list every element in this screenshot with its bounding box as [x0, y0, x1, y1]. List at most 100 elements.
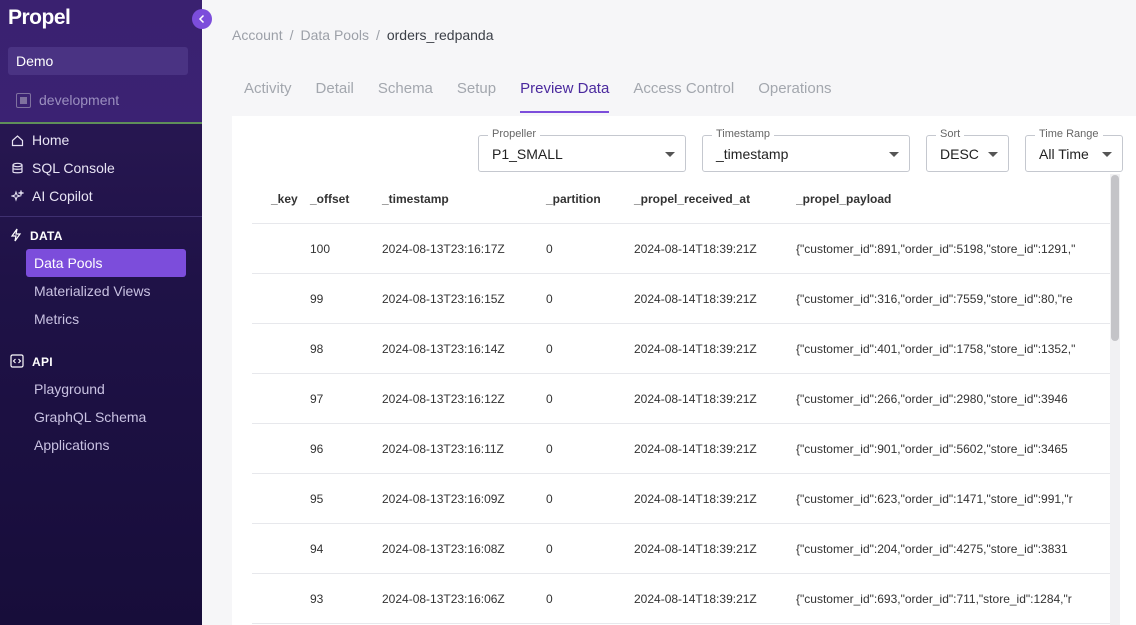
breadcrumb-data-pools[interactable]: Data Pools — [300, 27, 368, 43]
breadcrumb-current: orders_redpanda — [386, 27, 494, 43]
tab-operations[interactable]: Operations — [758, 80, 831, 113]
propeller-select[interactable]: Propeller P1_SMALL — [478, 128, 686, 172]
table-cell: 2024-08-13T23:16:15Z — [382, 291, 505, 306]
table-cell: 98 — [310, 341, 324, 356]
column-header: _propel_payload — [796, 191, 892, 206]
sidebar-item-graphql-schema[interactable]: GraphQL Schema — [26, 403, 186, 431]
table-row[interactable]: 94 2024-08-13T23:16:08Z 0 2024-08-14T18:39:… — [252, 524, 1112, 574]
tab-preview-data[interactable]: Preview Data — [520, 80, 610, 113]
table-cell: 2024-08-14T18:39:21Z — [634, 291, 757, 306]
collapse-sidebar-button[interactable] — [192, 9, 212, 29]
sidebar-item-applications[interactable]: Applications — [26, 431, 186, 459]
table-cell: {"customer_id":901,"order_id":5602,"stor… — [796, 441, 1068, 456]
table-row[interactable]: 97 2024-08-13T23:16:12Z 0 2024-08-14T18:39:… — [252, 374, 1112, 424]
time-range-value: All Time — [1039, 146, 1089, 162]
breadcrumb-separator: / — [375, 27, 380, 43]
tab-activity[interactable]: Activity — [244, 80, 292, 113]
lightning-icon — [10, 228, 22, 245]
table-cell: 0 — [546, 341, 553, 356]
sidebar-item-label: SQL Console — [32, 160, 115, 176]
breadcrumb-separator: / — [289, 27, 294, 43]
tab-access-control[interactable]: Access Control — [633, 80, 734, 113]
caret-down-icon — [988, 152, 998, 157]
table-body: 100 2024-08-13T23:16:17Z 0 2024-08-14T18:39… — [252, 224, 1112, 624]
time-range-label: Time Range — [1035, 128, 1103, 140]
sidebar-item-home[interactable]: Home — [0, 126, 202, 154]
table-cell: 0 — [546, 441, 553, 456]
table-header: _key _offset _timestamp _partition _prop… — [252, 174, 1112, 224]
sidebar-nav: Home SQL Console AI Copilot DATA Data Po… — [0, 126, 202, 459]
tab-setup[interactable]: Setup — [457, 80, 496, 113]
scrollbar-thumb[interactable] — [1111, 175, 1119, 341]
sidebar-item-metrics[interactable]: Metrics — [26, 305, 186, 333]
table-cell: {"customer_id":266,"order_id":2980,"stor… — [796, 391, 1068, 406]
table-row[interactable]: 99 2024-08-13T23:16:15Z 0 2024-08-14T18:39:… — [252, 274, 1112, 324]
table-cell: 2024-08-13T23:16:17Z — [382, 241, 505, 256]
table-cell: 0 — [546, 541, 553, 556]
sparkle-icon — [10, 189, 24, 203]
sidebar-item-materialized-views[interactable]: Materialized Views — [26, 277, 186, 305]
preview-panel: Propeller P1_SMALL Timestamp _timestamp … — [232, 116, 1136, 625]
timestamp-label: Timestamp — [712, 128, 774, 140]
preview-table: _key _offset _timestamp _partition _prop… — [252, 174, 1112, 624]
sidebar: Propel Demo development Home SQL Console — [0, 0, 212, 625]
table-cell: 0 — [546, 241, 553, 256]
breadcrumb-account[interactable]: Account — [232, 27, 283, 43]
propeller-value: P1_SMALL — [492, 146, 563, 162]
org-selector[interactable]: Demo — [8, 47, 188, 75]
table-cell: 2024-08-14T18:39:21Z — [634, 241, 757, 256]
sort-label: Sort — [936, 128, 965, 140]
table-cell: {"customer_id":401,"order_id":1758,"stor… — [796, 341, 1076, 356]
column-header: _propel_received_at — [634, 191, 751, 206]
sidebar-header: Propel Demo development — [0, 0, 212, 124]
table-cell: 2024-08-14T18:39:21Z — [634, 441, 757, 456]
app-logo: Propel — [8, 6, 71, 29]
time-range-select[interactable]: Time Range All Time — [1025, 128, 1123, 172]
table-row[interactable]: 100 2024-08-13T23:16:17Z 0 2024-08-14T18:39… — [252, 224, 1112, 274]
tab-detail[interactable]: Detail — [316, 80, 354, 113]
caret-down-icon — [1102, 152, 1112, 157]
table-row[interactable]: 93 2024-08-13T23:16:06Z 0 2024-08-14T18:39:… — [252, 574, 1112, 624]
table-cell: {"customer_id":204,"order_id":4275,"stor… — [796, 541, 1068, 556]
sidebar-divider — [0, 216, 202, 217]
propeller-label: Propeller — [488, 128, 541, 140]
table-cell: 93 — [310, 591, 324, 606]
column-header: _offset — [310, 191, 350, 206]
tab-schema[interactable]: Schema — [378, 80, 433, 113]
table-row[interactable]: 98 2024-08-13T23:16:14Z 0 2024-08-14T18:39:… — [252, 324, 1112, 374]
table-cell: {"customer_id":316,"order_id":7559,"stor… — [796, 291, 1073, 306]
home-icon — [10, 133, 24, 147]
table-cell: 2024-08-14T18:39:21Z — [634, 391, 757, 406]
main-content: Account / Data Pools / orders_redpanda A… — [202, 0, 1136, 625]
table-cell: 0 — [546, 391, 553, 406]
column-header: _key — [271, 191, 298, 206]
sidebar-item-playground[interactable]: Playground — [26, 375, 186, 403]
table-cell: 0 — [546, 491, 553, 506]
sidebar-item-data-pools[interactable]: Data Pools — [26, 249, 186, 277]
environment-selector[interactable]: development — [16, 90, 186, 110]
section-data: DATA — [0, 223, 202, 249]
sidebar-item-sql-console[interactable]: SQL Console — [0, 154, 202, 182]
table-cell: 2024-08-14T18:39:21Z — [634, 541, 757, 556]
table-row[interactable]: 96 2024-08-13T23:16:11Z 0 2024-08-14T18:39:… — [252, 424, 1112, 474]
breadcrumb: Account / Data Pools / orders_redpanda — [232, 27, 494, 43]
table-row[interactable]: 95 2024-08-13T23:16:09Z 0 2024-08-14T18:39:… — [252, 474, 1112, 524]
table-cell: 2024-08-14T18:39:21Z — [634, 491, 757, 506]
caret-down-icon — [889, 152, 899, 157]
sidebar-item-label: Home — [32, 132, 70, 148]
timestamp-select[interactable]: Timestamp _timestamp — [702, 128, 910, 172]
chevron-left-icon — [198, 14, 205, 24]
table-cell: 95 — [310, 491, 324, 506]
timestamp-value: _timestamp — [716, 146, 789, 162]
section-api: API — [0, 349, 202, 375]
tab-bar: Activity Detail Schema Setup Preview Dat… — [244, 80, 832, 113]
table-scrollbar[interactable] — [1110, 174, 1120, 625]
sort-select[interactable]: Sort DESC — [926, 128, 1009, 172]
table-cell: 2024-08-13T23:16:06Z — [382, 591, 505, 606]
table-cell: 2024-08-13T23:16:09Z — [382, 491, 505, 506]
sidebar-item-label: AI Copilot — [32, 188, 93, 204]
sidebar-item-ai-copilot[interactable]: AI Copilot — [0, 182, 202, 210]
table-cell: {"customer_id":891,"order_id":5198,"stor… — [796, 241, 1076, 256]
table-cell: 0 — [546, 291, 553, 306]
table-cell: 2024-08-13T23:16:14Z — [382, 341, 505, 356]
